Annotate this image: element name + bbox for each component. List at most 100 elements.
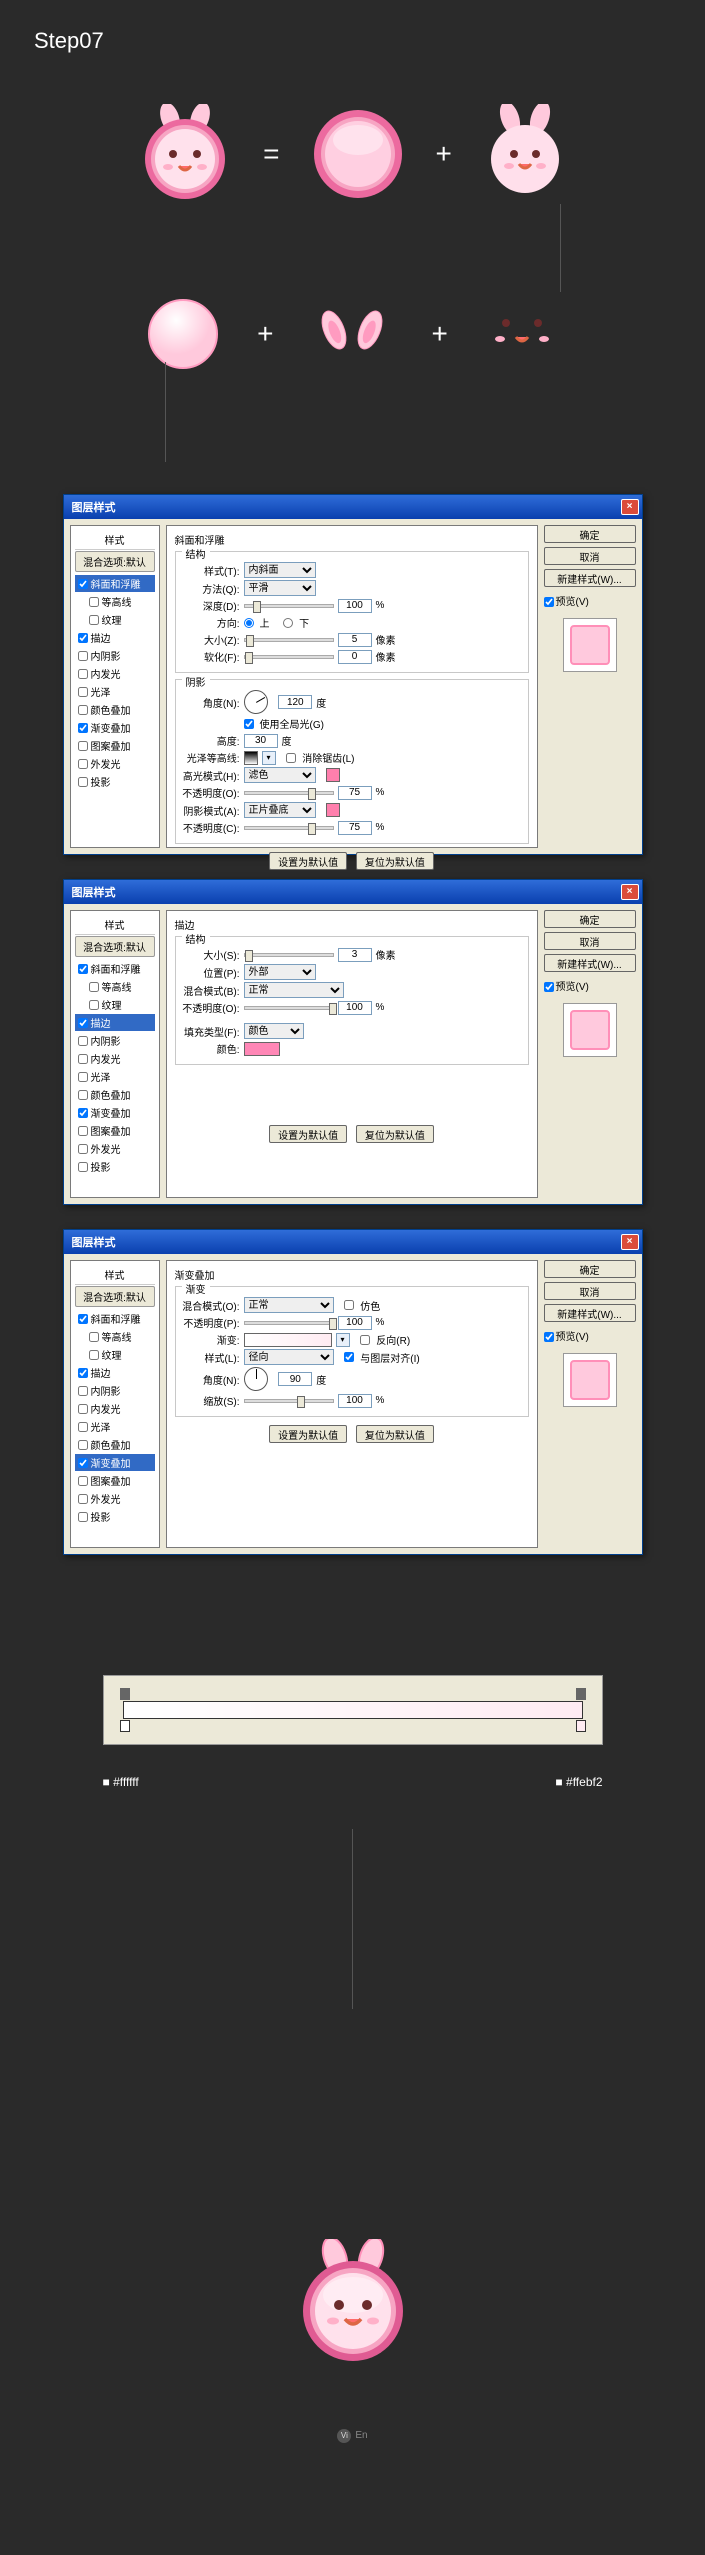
checkbox[interactable] — [78, 1090, 88, 1100]
soften-slider[interactable] — [244, 655, 334, 659]
gradient-swatch[interactable] — [244, 1333, 332, 1347]
opacity-stop-right[interactable] — [576, 1688, 586, 1700]
chevron-down-icon[interactable]: ▾ — [336, 1333, 350, 1347]
gradient-editor[interactable] — [103, 1675, 603, 1745]
style-item[interactable]: 纹理 — [75, 611, 155, 628]
checkbox[interactable] — [78, 669, 88, 679]
style-item[interactable]: 渐变叠加 — [75, 1104, 155, 1121]
size-input[interactable] — [338, 633, 372, 647]
highlight-mode-select[interactable]: 滤色 — [244, 767, 316, 783]
filltype-select[interactable]: 颜色 — [244, 1023, 304, 1039]
style-item[interactable]: 描边 — [75, 1364, 155, 1381]
style-item[interactable]: 斜面和浮雕 — [75, 960, 155, 977]
style-item[interactable]: 内阴影 — [75, 647, 155, 664]
preview-checkbox[interactable] — [544, 597, 554, 607]
checkbox[interactable] — [78, 759, 88, 769]
blend-options-button[interactable]: 混合选项:默认 — [75, 1286, 155, 1307]
global-light-checkbox[interactable] — [244, 719, 254, 729]
checkbox[interactable] — [78, 1036, 88, 1046]
position-select[interactable]: 外部 — [244, 964, 316, 980]
checkbox[interactable] — [78, 1018, 88, 1028]
cancel-button[interactable]: 取消 — [544, 547, 636, 565]
set-default-button[interactable]: 设置为默认值 — [269, 852, 347, 870]
align-checkbox[interactable] — [344, 1352, 354, 1362]
style-item[interactable]: 图案叠加 — [75, 1122, 155, 1139]
checkbox[interactable] — [78, 1404, 88, 1414]
checkbox[interactable] — [89, 1332, 99, 1342]
depth-slider[interactable] — [244, 604, 334, 608]
checkbox[interactable] — [78, 651, 88, 661]
dither-checkbox[interactable] — [344, 1300, 354, 1310]
highlight-opacity-slider[interactable] — [244, 791, 334, 795]
style-item[interactable]: 投影 — [75, 1508, 155, 1525]
chevron-down-icon[interactable]: ▾ — [262, 751, 276, 765]
shadow-opacity-slider[interactable] — [244, 826, 334, 830]
styles-header[interactable]: 样式 — [75, 530, 155, 550]
style-select[interactable]: 内斜面 — [244, 562, 316, 578]
checkbox[interactable] — [78, 579, 88, 589]
angle-dial[interactable] — [244, 1367, 268, 1391]
style-item[interactable]: 等高线 — [75, 593, 155, 610]
angle-input[interactable] — [278, 1372, 312, 1386]
checkbox[interactable] — [78, 1368, 88, 1378]
close-icon[interactable]: × — [621, 884, 639, 900]
opacity-stop-left[interactable] — [120, 1688, 130, 1700]
checkbox[interactable] — [78, 1422, 88, 1432]
blend-mode-select[interactable]: 正常 — [244, 1297, 334, 1313]
titlebar[interactable]: 图层样式 × — [64, 1230, 642, 1254]
style-item[interactable]: 图案叠加 — [75, 737, 155, 754]
angle-dial[interactable] — [244, 690, 268, 714]
new-style-button[interactable]: 新建样式(W)... — [544, 569, 636, 587]
reset-default-button[interactable]: 复位为默认值 — [356, 1125, 434, 1143]
checkbox[interactable] — [89, 615, 99, 625]
checkbox[interactable] — [78, 777, 88, 787]
style-item[interactable]: 纹理 — [75, 996, 155, 1013]
checkbox[interactable] — [89, 1350, 99, 1360]
new-style-button[interactable]: 新建样式(W)... — [544, 1304, 636, 1322]
style-item[interactable]: 斜面和浮雕 — [75, 575, 155, 592]
ok-button[interactable]: 确定 — [544, 910, 636, 928]
checkbox[interactable] — [78, 1512, 88, 1522]
checkbox[interactable] — [78, 1072, 88, 1082]
altitude-input[interactable] — [244, 734, 278, 748]
checkbox[interactable] — [89, 597, 99, 607]
grad-style-select[interactable]: 径向 — [244, 1349, 334, 1365]
checkbox[interactable] — [78, 1494, 88, 1504]
checkbox[interactable] — [78, 1458, 88, 1468]
style-item[interactable]: 等高线 — [75, 978, 155, 995]
style-item[interactable]: 外发光 — [75, 1140, 155, 1157]
checkbox[interactable] — [78, 1386, 88, 1396]
shadow-mode-select[interactable]: 正片叠底 — [244, 802, 316, 818]
checkbox[interactable] — [78, 1126, 88, 1136]
style-item[interactable]: 光泽 — [75, 1068, 155, 1085]
style-item[interactable]: 内阴影 — [75, 1382, 155, 1399]
cancel-button[interactable]: 取消 — [544, 932, 636, 950]
opacity-slider[interactable] — [244, 1321, 334, 1325]
style-item[interactable]: 光泽 — [75, 683, 155, 700]
depth-input[interactable] — [338, 599, 372, 613]
style-item[interactable]: 光泽 — [75, 1418, 155, 1435]
style-item[interactable]: 纹理 — [75, 1346, 155, 1363]
style-item[interactable]: 描边 — [75, 1014, 155, 1031]
antialias-checkbox[interactable] — [286, 753, 296, 763]
scale-slider[interactable] — [244, 1399, 334, 1403]
style-item[interactable]: 投影 — [75, 773, 155, 790]
style-item[interactable]: 斜面和浮雕 — [75, 1310, 155, 1327]
titlebar[interactable]: 图层样式 × — [64, 495, 642, 519]
styles-header[interactable]: 样式 — [75, 915, 155, 935]
style-item[interactable]: 渐变叠加 — [75, 1454, 155, 1471]
gradient-bar[interactable] — [123, 1701, 583, 1719]
blend-options-button[interactable]: 混合选项:默认 — [75, 936, 155, 957]
checkbox[interactable] — [78, 687, 88, 697]
size-input[interactable] — [338, 948, 372, 962]
cancel-button[interactable]: 取消 — [544, 1282, 636, 1300]
scale-input[interactable] — [338, 1394, 372, 1408]
size-slider[interactable] — [244, 638, 334, 642]
checkbox[interactable] — [78, 1108, 88, 1118]
style-item[interactable]: 颜色叠加 — [75, 1086, 155, 1103]
blend-options-button[interactable]: 混合选项:默认 — [75, 551, 155, 572]
new-style-button[interactable]: 新建样式(W)... — [544, 954, 636, 972]
opacity-input[interactable] — [338, 1316, 372, 1330]
reverse-checkbox[interactable] — [360, 1335, 370, 1345]
style-item[interactable]: 内发光 — [75, 1400, 155, 1417]
